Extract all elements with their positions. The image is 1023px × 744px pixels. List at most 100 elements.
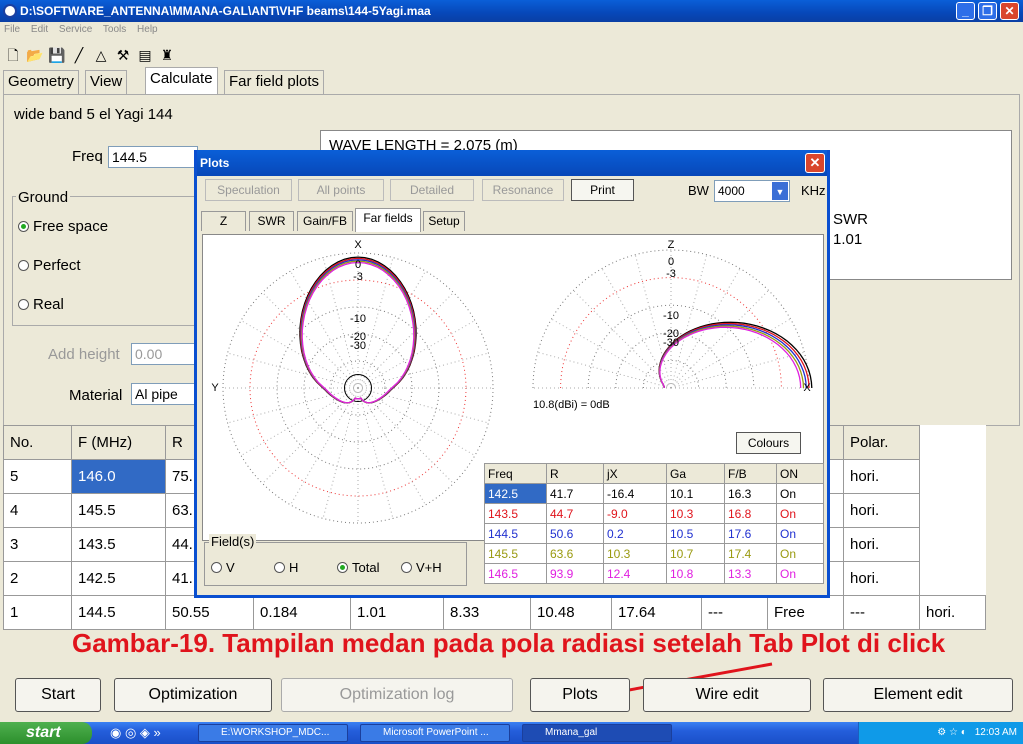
table-cell[interactable]: Polar.	[843, 425, 920, 460]
freq-row[interactable]: 146.5 93.9 12.4 10.8 13.3 On	[484, 563, 824, 584]
freq-cell[interactable]: On	[776, 503, 824, 524]
freq-row[interactable]: 144.5 50.6 0.2 10.5 17.6 On	[484, 523, 824, 544]
table-cell[interactable]: hori.	[843, 527, 920, 562]
freq-cell[interactable]: 50.6	[546, 523, 604, 544]
freq-cell[interactable]: 16.8	[724, 503, 777, 524]
field-v-plus-h[interactable]: V+H	[401, 560, 442, 575]
freq-cell[interactable]: 10.5	[666, 523, 725, 544]
optimization-log-button[interactable]: Optimization log	[281, 678, 513, 712]
freq-row[interactable]: 142.5 41.7 -16.4 10.1 16.3 On	[484, 483, 824, 504]
ground-real[interactable]: Real	[18, 296, 64, 313]
table-cell[interactable]: 143.5	[71, 527, 166, 562]
chevron-down-icon[interactable]: ▼	[772, 182, 788, 200]
freq-row[interactable]: 145.5 63.6 10.3 10.7 17.4 On	[484, 543, 824, 564]
tab-swr[interactable]: SWR	[249, 211, 294, 231]
resonance-button[interactable]: Resonance	[482, 179, 564, 201]
freq-cell[interactable]: 146.5	[484, 563, 547, 584]
freq-cell[interactable]: 10.8	[666, 563, 725, 584]
task-powerpoint[interactable]: Microsoft PowerPoint ...	[360, 724, 510, 742]
table-cell[interactable]: ---	[843, 595, 920, 630]
menu-edit[interactable]: Edit	[31, 24, 48, 35]
tray-icons[interactable]: ⚙ ☆ ◐	[937, 727, 967, 738]
all-points-button[interactable]: All points	[298, 179, 384, 201]
table-cell[interactable]: hori.	[919, 595, 986, 630]
table-cell[interactable]: 50.55	[165, 595, 254, 630]
print-button[interactable]: Print	[571, 179, 634, 201]
field-total[interactable]: Total	[337, 560, 379, 575]
freq-cell[interactable]: On	[776, 563, 824, 584]
start-menu-button[interactable]: start	[0, 722, 92, 744]
freq-cell[interactable]: 63.6	[546, 543, 604, 564]
plots-button[interactable]: Plots	[530, 678, 630, 712]
table-cell[interactable]: 1.01	[350, 595, 444, 630]
freq-cell[interactable]: 10.1	[666, 483, 725, 504]
table-cell[interactable]: 3	[3, 527, 72, 562]
field-h[interactable]: H	[274, 560, 298, 575]
material-select[interactable]: Al pipe	[131, 383, 201, 405]
freq-cell[interactable]: -16.4	[603, 483, 667, 504]
freq-cell[interactable]: On	[776, 543, 824, 564]
task-mmana[interactable]: Mmana_gal	[522, 724, 672, 742]
open-icon[interactable]: 📂	[24, 47, 46, 64]
maximize-button[interactable]: ❐	[978, 2, 997, 20]
freq-cell[interactable]: 13.3	[724, 563, 777, 584]
tab-gain-fb[interactable]: Gain/FB	[297, 211, 353, 231]
new-icon[interactable]: 🗋	[2, 45, 24, 69]
tab-geometry[interactable]: Geometry	[3, 70, 79, 94]
optimization-button[interactable]: Optimization	[114, 678, 272, 712]
tab-calculate[interactable]: Calculate	[145, 67, 218, 95]
add-height-input[interactable]: 0.00	[131, 343, 201, 365]
table-cell[interactable]: 142.5	[71, 561, 166, 596]
table-cell[interactable]: 145.5	[71, 493, 166, 528]
freq-cell[interactable]: 16.3	[724, 483, 777, 504]
table-cell[interactable]: ---	[701, 595, 768, 630]
tab-far-fields[interactable]: Far fields	[355, 208, 421, 232]
table-cell[interactable]: 10.48	[530, 595, 612, 630]
ground-perfect[interactable]: Perfect	[18, 257, 81, 274]
freq-cell[interactable]: 10.3	[603, 543, 667, 564]
freq-cell[interactable]: 17.6	[724, 523, 777, 544]
table-cell[interactable]: No.	[3, 425, 72, 460]
freq-cell[interactable]: 145.5	[484, 543, 547, 564]
notes-icon[interactable]: ▤	[134, 47, 156, 64]
speculation-button[interactable]: Speculation	[205, 179, 292, 201]
table-cell[interactable]: 17.64	[611, 595, 702, 630]
menu-file[interactable]: File	[4, 24, 20, 35]
tab-z[interactable]: Z	[201, 211, 246, 231]
freq-cell[interactable]: On	[776, 483, 824, 504]
plots-close-icon[interactable]: ✕	[805, 153, 825, 173]
table-cell[interactable]: hori.	[843, 561, 920, 596]
tools-icon[interactable]: ⚒	[112, 47, 134, 64]
table-cell[interactable]: 8.33	[443, 595, 531, 630]
quick-launch-icon[interactable]: ◉ ◎ ◈ »	[110, 725, 161, 741]
freq-cell[interactable]: 143.5	[484, 503, 547, 524]
element-edit-button[interactable]: Element edit	[823, 678, 1013, 712]
start-button[interactable]: Start	[15, 678, 101, 712]
wire-edit-button[interactable]: Wire edit	[643, 678, 811, 712]
freq-cell[interactable]: 0.2	[603, 523, 667, 544]
freq-cell[interactable]: -9.0	[603, 503, 667, 524]
freq-cell[interactable]: 12.4	[603, 563, 667, 584]
plot-icon[interactable]: ♜	[156, 47, 178, 64]
tab-view[interactable]: View	[85, 70, 128, 94]
table-cell[interactable]: 146.0	[71, 459, 166, 494]
freq-cell[interactable]: 142.5	[484, 483, 547, 504]
colours-button[interactable]: Colours	[736, 432, 801, 454]
freq-cell[interactable]: 93.9	[546, 563, 604, 584]
freq-row[interactable]: 143.5 44.7 -9.0 10.3 16.8 On	[484, 503, 824, 524]
ground-free-space[interactable]: Free space	[18, 218, 108, 235]
freq-cell[interactable]: 10.7	[666, 543, 725, 564]
tab-setup[interactable]: Setup	[423, 211, 465, 231]
menu-help[interactable]: Help	[137, 24, 158, 35]
table-cell[interactable]: 5	[3, 459, 72, 494]
table-cell[interactable]: hori.	[843, 493, 920, 528]
table-row[interactable]: 1 144.5 50.55 0.184 1.01 8.33 10.48 17.64 --- Fre…	[3, 595, 986, 630]
triangle-icon[interactable]: △	[90, 47, 112, 64]
detailed-button[interactable]: Detailed	[390, 179, 474, 201]
table-cell[interactable]: 2	[3, 561, 72, 596]
table-cell[interactable]: 1	[3, 595, 72, 630]
freq-cell[interactable]: 44.7	[546, 503, 604, 524]
table-cell[interactable]: 4	[3, 493, 72, 528]
table-cell[interactable]: hori.	[843, 459, 920, 494]
minimize-button[interactable]: _	[956, 2, 975, 20]
